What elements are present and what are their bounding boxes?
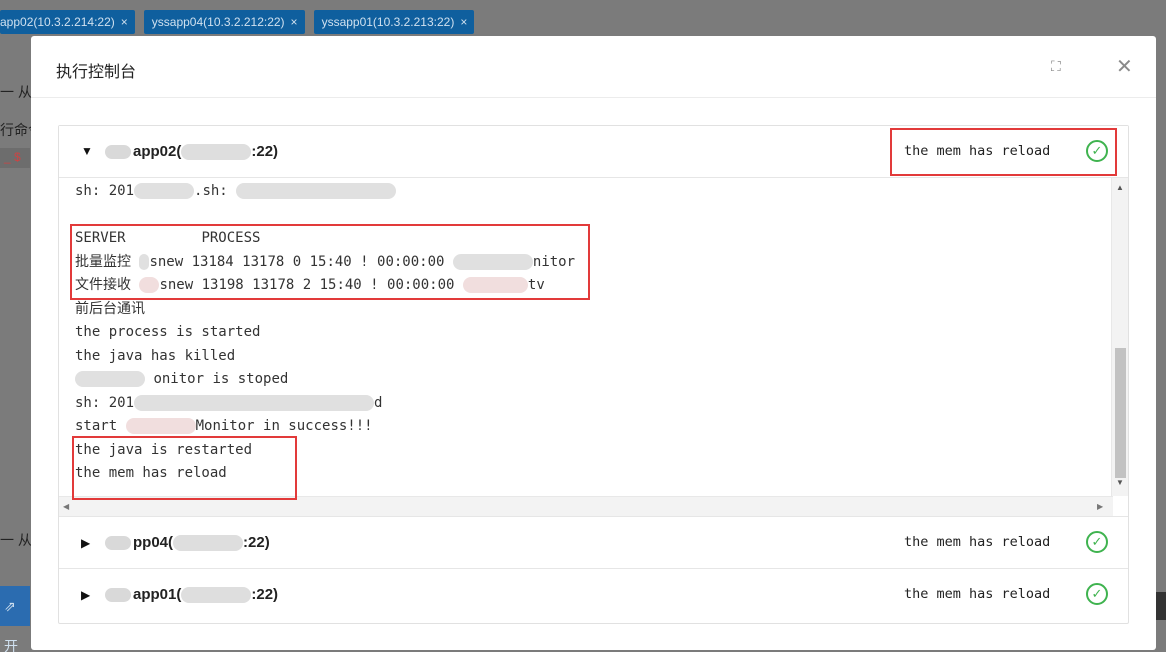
redacted-blur [173,535,244,552]
fullscreen-icon[interactable]: ⛶ [1051,58,1061,75]
background-execute-button[interactable]: ⇗ 开 [0,586,30,652]
console-output[interactable]: sh: 201 .sh: SERVER PROCESS 批量监控 snew 131… [59,178,1128,517]
server-tab-bar: app02(10.3.2.214:22) × yssapp04(10.3.2.21… [0,10,475,34]
server-tab[interactable]: app02(10.3.2.214:22) × [0,10,135,34]
tab-close-icon[interactable]: × [121,15,128,29]
scroll-right-icon[interactable]: ▶ [1097,502,1103,511]
success-check-icon: ✓ [1086,583,1108,605]
server-host-label: pp04(:22) [105,534,270,552]
console-text: sh: 201 .sh: SERVER PROCESS 批量监控 snew 131… [75,183,576,481]
close-icon[interactable]: ✕ [1116,54,1133,79]
server-status-text: the mem has reload [904,586,1051,602]
console-collapse-panel: ▼ app02(:22) the mem has reload ✓ sh: 20… [58,125,1129,624]
scroll-down-icon[interactable]: ▼ [1116,478,1124,487]
server-tab[interactable]: yssapp04(10.3.2.212:22) × [143,10,305,34]
redacted-blur [105,588,131,603]
server-group-header[interactable]: ▶ pp04(:22) the mem has reload ✓ [59,517,1128,569]
redacted-blur [181,587,252,604]
caret-down-icon[interactable]: ▼ [81,144,93,158]
server-tab[interactable]: yssapp01(10.3.2.213:22) × [313,10,475,34]
execution-console-modal: 执行控制台 ⛶ ✕ ▼ app02(:22) the mem has reloa… [31,36,1156,650]
redacted-blur [105,536,131,551]
tab-label: yssapp04(10.3.2.212:22) [151,15,285,29]
redacted-blur [181,144,252,161]
tab-label: yssapp01(10.3.2.213:22) [321,15,455,29]
scroll-left-icon[interactable]: ◀ [63,502,69,511]
vertical-scrollbar[interactable]: ▲ ▼ [1111,178,1128,496]
server-status-text: the mem has reload [904,534,1051,550]
background-side-text: 一 从 [0,84,32,100]
modal-title: 执行控制台 [56,64,137,81]
modal-header: 执行控制台 ⛶ ✕ [31,36,1156,98]
server-host-label: app01(:22) [105,586,278,604]
success-check-icon: ✓ [1086,531,1108,553]
caret-right-icon[interactable]: ▶ [81,536,90,550]
success-check-icon: ✓ [1086,140,1108,162]
server-status-text: the mem has reload [904,143,1051,159]
tab-label: app02(10.3.2.214:22) [0,15,115,29]
tab-close-icon[interactable]: × [460,15,467,29]
redacted-blur [105,145,131,160]
caret-right-icon[interactable]: ▶ [81,588,90,602]
background-prompt: _ $ [0,148,30,168]
tab-close-icon[interactable]: × [291,15,298,29]
server-group-header[interactable]: ▶ app01(:22) the mem has reload ✓ [59,569,1128,621]
scroll-up-icon[interactable]: ▲ [1116,183,1124,192]
scrollbar-thumb[interactable] [1115,348,1126,478]
horizontal-scrollbar[interactable]: ◀ ▶ [59,496,1113,516]
server-host-label: app02(:22) [105,143,278,161]
background-side-text: 一 从 [0,532,32,548]
server-group-header[interactable]: ▼ app02(:22) the mem has reload ✓ [59,126,1128,178]
